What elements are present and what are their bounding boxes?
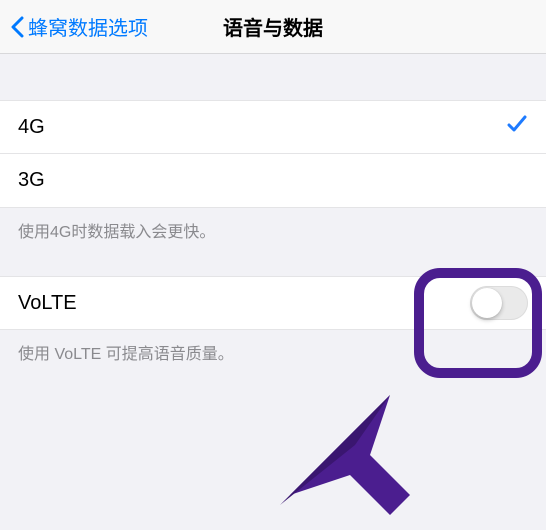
back-button[interactable]: 蜂窝数据选项: [0, 12, 148, 41]
checkmark-icon: [506, 113, 528, 141]
back-label: 蜂窝数据选项: [28, 12, 148, 41]
network-group-footer: 使用4G时数据载入会更快。: [0, 208, 546, 242]
chevron-left-icon: [10, 16, 24, 38]
network-option-3g[interactable]: 3G: [0, 154, 546, 208]
toggle-knob: [472, 288, 502, 318]
volte-group-footer: 使用 VoLTE 可提高语音质量。: [0, 330, 546, 364]
annotation-arrow-icon: [260, 365, 420, 530]
volte-row[interactable]: VoLTE: [0, 276, 546, 330]
navbar: 蜂窝数据选项 语音与数据: [0, 0, 546, 54]
option-label: 3G: [18, 169, 45, 192]
volte-label: VoLTE: [18, 292, 77, 315]
volte-group: VoLTE: [0, 276, 546, 330]
network-options-group: 4G 3G: [0, 100, 546, 208]
volte-toggle[interactable]: [470, 286, 528, 320]
option-label: 4G: [18, 116, 45, 139]
network-option-4g[interactable]: 4G: [0, 100, 546, 154]
